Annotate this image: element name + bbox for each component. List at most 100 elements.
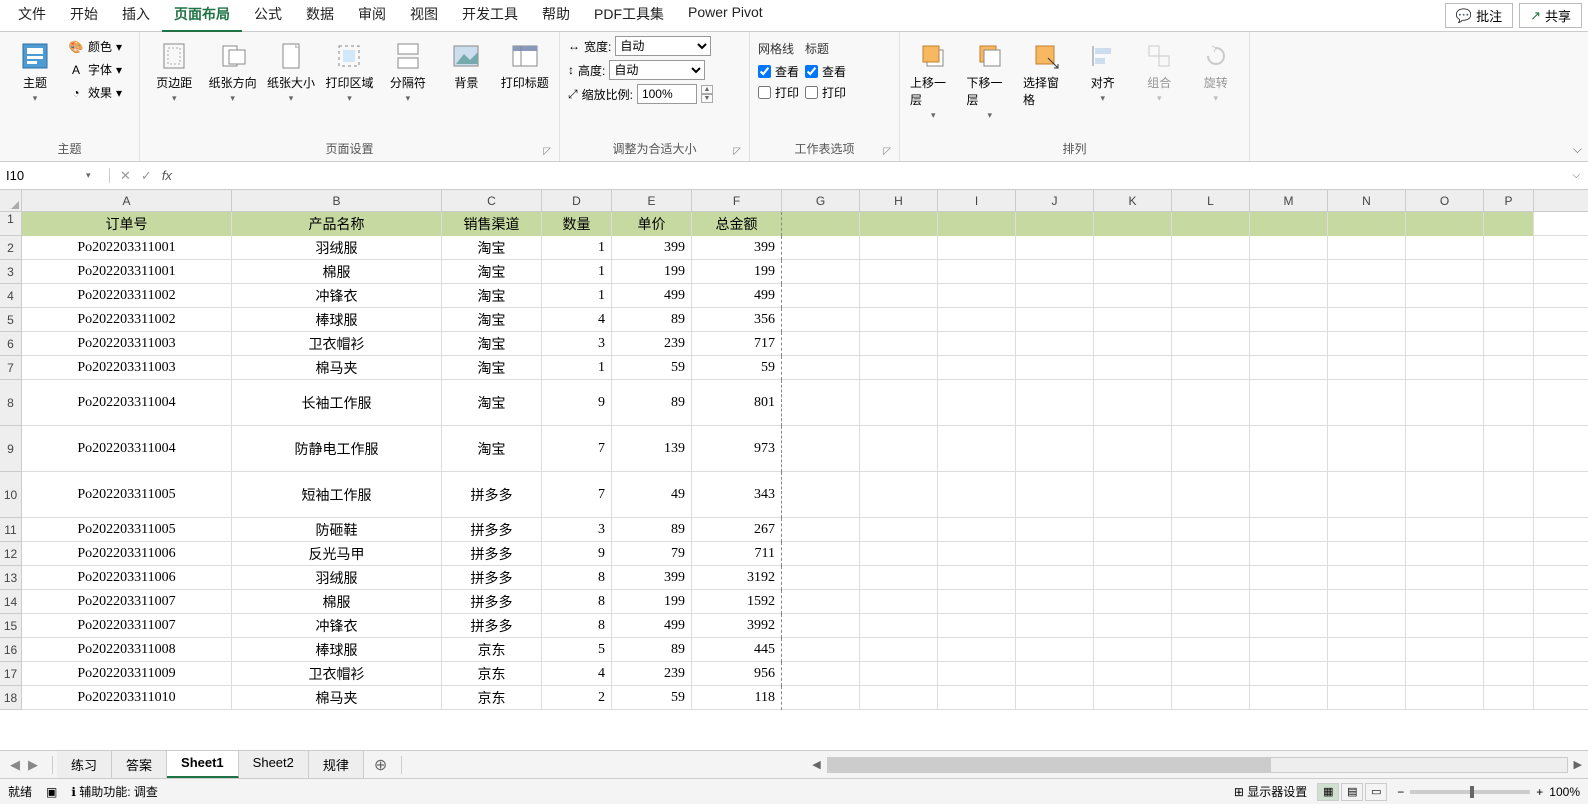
- scale-up[interactable]: ▲: [701, 85, 713, 94]
- cell[interactable]: 239: [612, 662, 692, 686]
- row-header-10[interactable]: 10: [0, 472, 21, 518]
- cell[interactable]: Po202203311008: [22, 638, 232, 662]
- column-headers[interactable]: ABCDEFGHIJKLMNOP: [22, 190, 1588, 212]
- cell[interactable]: 数量: [542, 212, 612, 236]
- cell[interactable]: [1172, 332, 1250, 356]
- cell[interactable]: [938, 426, 1016, 472]
- cell[interactable]: [860, 260, 938, 284]
- cell[interactable]: [1406, 236, 1484, 260]
- cell[interactable]: [1094, 518, 1172, 542]
- col-header-B[interactable]: B: [232, 190, 442, 211]
- cell[interactable]: [782, 614, 860, 638]
- cell[interactable]: 7: [542, 472, 612, 518]
- sheet-tab-练习[interactable]: 练习: [57, 751, 112, 778]
- cell[interactable]: [860, 686, 938, 710]
- cell[interactable]: 防砸鞋: [232, 518, 442, 542]
- cell[interactable]: [1484, 686, 1534, 710]
- cell[interactable]: [1172, 284, 1250, 308]
- cell[interactable]: [1250, 518, 1328, 542]
- cell[interactable]: [1484, 284, 1534, 308]
- cell[interactable]: [1406, 212, 1484, 236]
- cell[interactable]: Po202203311002: [22, 284, 232, 308]
- cell[interactable]: Po202203311006: [22, 542, 232, 566]
- cell[interactable]: 356: [692, 308, 782, 332]
- cell[interactable]: [860, 566, 938, 590]
- cell[interactable]: 711: [692, 542, 782, 566]
- cell[interactable]: [782, 308, 860, 332]
- cell[interactable]: [1406, 542, 1484, 566]
- cell[interactable]: [782, 332, 860, 356]
- sheet-tab-答案[interactable]: 答案: [112, 751, 167, 778]
- sheet-nav-prev[interactable]: ◀: [10, 757, 20, 773]
- cell[interactable]: [1094, 308, 1172, 332]
- cell[interactable]: [1016, 356, 1094, 380]
- sheet-tab-规律[interactable]: 规律: [309, 751, 364, 778]
- row-header-11[interactable]: 11: [0, 518, 21, 542]
- cell[interactable]: 49: [612, 472, 692, 518]
- cell[interactable]: [860, 590, 938, 614]
- cell[interactable]: [1172, 380, 1250, 426]
- cell[interactable]: 199: [612, 260, 692, 284]
- cell[interactable]: 3: [542, 332, 612, 356]
- cell[interactable]: [1250, 542, 1328, 566]
- cell[interactable]: 淘宝: [442, 284, 542, 308]
- cell[interactable]: [782, 638, 860, 662]
- cell[interactable]: [1484, 472, 1534, 518]
- zoom-out-button[interactable]: −: [1397, 785, 1404, 799]
- cell[interactable]: [1016, 566, 1094, 590]
- cell[interactable]: 拼多多: [442, 566, 542, 590]
- cell[interactable]: 4: [542, 308, 612, 332]
- cell[interactable]: [860, 356, 938, 380]
- enter-formula-icon[interactable]: ✓: [141, 168, 152, 184]
- col-header-E[interactable]: E: [612, 190, 692, 211]
- cell[interactable]: 棉服: [232, 260, 442, 284]
- cell[interactable]: [1406, 284, 1484, 308]
- cell[interactable]: [1016, 686, 1094, 710]
- cell[interactable]: [1172, 236, 1250, 260]
- cell[interactable]: 冲锋衣: [232, 614, 442, 638]
- cell[interactable]: [1016, 614, 1094, 638]
- row-header-17[interactable]: 17: [0, 662, 21, 686]
- gridlines-view-check[interactable]: 查看: [758, 63, 799, 80]
- col-header-H[interactable]: H: [860, 190, 938, 211]
- cell[interactable]: [1328, 308, 1406, 332]
- cell[interactable]: 59: [692, 356, 782, 380]
- menu-tab-开始[interactable]: 开始: [58, 0, 110, 33]
- cell[interactable]: [938, 380, 1016, 426]
- cell[interactable]: [938, 472, 1016, 518]
- row-header-1[interactable]: 1: [0, 212, 21, 236]
- cell[interactable]: [938, 356, 1016, 380]
- cell[interactable]: 棉服: [232, 590, 442, 614]
- cell[interactable]: [1172, 566, 1250, 590]
- cell[interactable]: 拼多多: [442, 518, 542, 542]
- sheet-opts-launcher[interactable]: ◸: [883, 146, 891, 157]
- view-normal-button[interactable]: ▦: [1317, 783, 1339, 801]
- cell[interactable]: [938, 590, 1016, 614]
- cell[interactable]: [1484, 212, 1534, 236]
- zoom-slider[interactable]: [1410, 790, 1530, 794]
- cell[interactable]: [1328, 426, 1406, 472]
- formula-bar-expand[interactable]: ⌵: [1564, 170, 1588, 181]
- scale-launcher[interactable]: ◸: [733, 146, 741, 157]
- cell[interactable]: [938, 284, 1016, 308]
- cell[interactable]: Po202203311003: [22, 332, 232, 356]
- cell[interactable]: Po202203311001: [22, 236, 232, 260]
- cell[interactable]: 淘宝: [442, 332, 542, 356]
- cell[interactable]: [938, 542, 1016, 566]
- fx-icon[interactable]: fx: [162, 168, 172, 183]
- cell[interactable]: [860, 614, 938, 638]
- cell[interactable]: [1250, 260, 1328, 284]
- cell[interactable]: 拼多多: [442, 614, 542, 638]
- cell[interactable]: [1172, 472, 1250, 518]
- cell[interactable]: 973: [692, 426, 782, 472]
- print-titles-button[interactable]: 打印标题: [499, 36, 551, 95]
- menu-tab-数据[interactable]: 数据: [294, 0, 346, 33]
- formula-input[interactable]: [188, 168, 1558, 183]
- cell[interactable]: Po202203311004: [22, 380, 232, 426]
- cell[interactable]: 1: [542, 284, 612, 308]
- cell[interactable]: 399: [612, 236, 692, 260]
- name-box[interactable]: ▾: [0, 168, 110, 183]
- cell[interactable]: 羽绒服: [232, 566, 442, 590]
- cell[interactable]: 卫衣帽衫: [232, 662, 442, 686]
- cell[interactable]: [938, 662, 1016, 686]
